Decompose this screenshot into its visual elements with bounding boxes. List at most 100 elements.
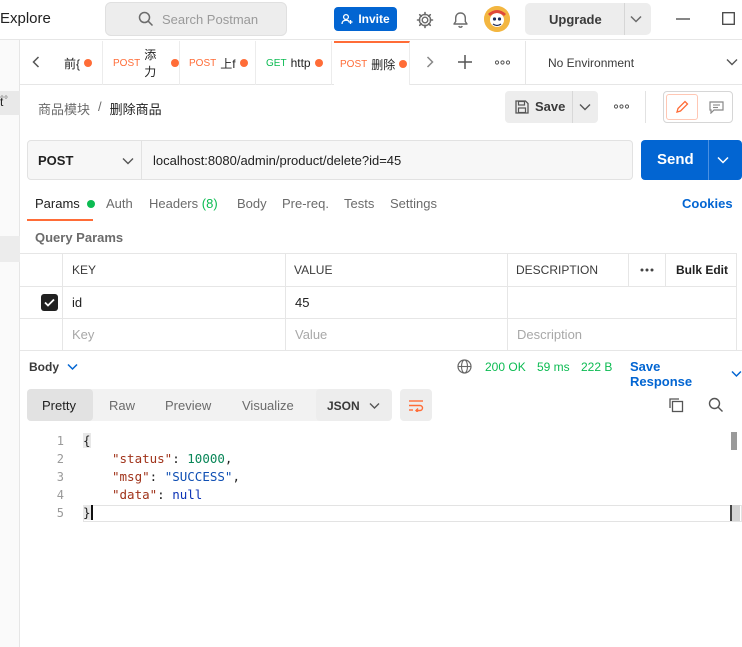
request-tab[interactable]: 前{	[58, 41, 103, 85]
code-close-brace: }	[83, 505, 93, 520]
tab-label: http	[290, 56, 311, 70]
more-actions-icon[interactable]	[614, 104, 629, 109]
column-header-description: DESCRIPTION	[516, 263, 599, 277]
format-value: JSON	[327, 399, 360, 413]
chevron-down-icon	[122, 157, 134, 165]
chevron-down-icon[interactable]	[630, 14, 642, 24]
description-placeholder[interactable]: Description	[517, 327, 582, 342]
request-tabs-bar: 前{ POST 添力 POST 上f GET http POST 删除 No E…	[20, 41, 742, 85]
current-line-highlight	[83, 505, 742, 522]
key-placeholder[interactable]: Key	[72, 327, 94, 342]
response-time[interactable]: 59 ms	[537, 360, 570, 374]
tab-body[interactable]: Body	[237, 196, 267, 211]
tabs-more-icon[interactable]	[495, 60, 510, 65]
json-comma: ,	[224, 451, 233, 466]
tab-auth[interactable]: Auth	[106, 196, 133, 211]
json-comma: ,	[232, 469, 240, 484]
tab-method: GET	[266, 57, 287, 69]
invite-button[interactable]: Invite	[334, 7, 397, 31]
tab-settings[interactable]: Settings	[390, 196, 437, 211]
query-params-title: Query Params	[35, 230, 124, 245]
method-select[interactable]: POST	[27, 140, 142, 180]
param-value[interactable]: 45	[295, 295, 309, 310]
response-size[interactable]: 222 B	[581, 360, 612, 374]
view-tab-pretty[interactable]: Pretty	[42, 398, 76, 413]
chevron-down-icon	[726, 58, 738, 66]
code-line: "status": 10000,	[112, 451, 233, 466]
json-value: null	[172, 487, 203, 502]
tabs-scroll-left-icon[interactable]	[32, 56, 40, 68]
request-tab[interactable]: GET http	[260, 41, 332, 85]
request-tab[interactable]: POST 上f	[183, 41, 256, 85]
settings-gear-icon[interactable]	[416, 11, 434, 29]
maximize-icon[interactable]	[722, 12, 735, 25]
tab-tests[interactable]: Tests	[344, 196, 374, 211]
value-placeholder[interactable]: Value	[295, 327, 327, 342]
unsaved-dot	[314, 59, 323, 67]
sidebar-item-highlight[interactable]	[0, 236, 20, 262]
save-label: Save	[535, 99, 566, 114]
view-tab-preview[interactable]: Preview	[165, 398, 211, 413]
sidebar-more-icon[interactable]: °°	[0, 95, 8, 106]
view-tab-raw[interactable]: Raw	[109, 398, 135, 413]
format-select[interactable]: JSON	[316, 389, 392, 421]
minimize-icon[interactable]	[676, 18, 690, 20]
tab-method: POST	[189, 57, 217, 69]
environment-selector[interactable]: No Environment	[525, 41, 742, 85]
breadcrumb-parent[interactable]: 商品模块	[38, 99, 90, 118]
copy-icon[interactable]	[668, 397, 684, 413]
view-tab-visualize[interactable]: Visualize	[242, 398, 294, 413]
status-code[interactable]: 200 OK	[485, 360, 526, 374]
wrap-lines-icon[interactable]	[400, 389, 432, 421]
toolbar-divider	[645, 91, 646, 123]
left-sidebar: t °°	[0, 40, 20, 647]
upgrade-divider	[624, 3, 625, 35]
tab-headers[interactable]: Headers (8)	[149, 196, 218, 211]
table-row-empty: Key Value Description	[20, 319, 737, 350]
url-input[interactable]: localhost:8080/admin/product/delete?id=4…	[142, 140, 633, 180]
request-tab[interactable]: POST 添力	[107, 41, 180, 85]
column-options-icon[interactable]	[640, 268, 654, 272]
request-tab-active[interactable]: POST 删除	[334, 41, 410, 85]
save-response-dropdown[interactable]: Save Response	[630, 359, 742, 389]
comments-icon[interactable]	[702, 95, 730, 119]
send-button[interactable]: Send	[641, 140, 742, 180]
upgrade-label: Upgrade	[549, 12, 602, 27]
view-mode-toggle	[663, 91, 733, 123]
response-body-dropdown[interactable]: Body	[29, 360, 78, 374]
search-icon[interactable]	[708, 397, 724, 413]
send-label: Send	[657, 151, 694, 168]
explore-link[interactable]: Explore	[0, 10, 51, 27]
unsaved-dot	[399, 60, 408, 68]
bulk-edit-button[interactable]: Bulk Edit	[676, 263, 728, 277]
json-value: "SUCCESS"	[164, 469, 233, 484]
avatar[interactable]	[484, 6, 510, 32]
code-open-brace: {	[83, 433, 91, 448]
column-header-key: KEY	[72, 263, 97, 277]
code-line: "msg": "SUCCESS",	[112, 469, 240, 484]
breadcrumb: 商品模块 / 删除商品	[38, 99, 162, 118]
notifications-bell-icon[interactable]	[452, 11, 469, 29]
chevron-down-icon[interactable]	[579, 103, 591, 111]
response-bar: Body 200 OK 59 ms 222 B Save Response	[20, 350, 742, 389]
url-value: localhost:8080/admin/product/delete?id=4…	[153, 153, 402, 168]
chevron-down-icon[interactable]	[717, 156, 729, 164]
tabs-scroll-right-icon[interactable]	[426, 56, 434, 68]
param-enabled-checkbox[interactable]	[41, 294, 58, 311]
edit-pencil-icon[interactable]	[666, 94, 698, 120]
breadcrumb-current[interactable]: 删除商品	[110, 99, 162, 118]
search-input[interactable]: Search Postman	[105, 2, 287, 36]
json-key: "data"	[112, 487, 158, 502]
invite-label: Invite	[358, 12, 390, 26]
response-body-editor[interactable]: 1 2 3 4 5 { "status": 10000, "msg": "SUC…	[20, 428, 742, 647]
tab-prereq[interactable]: Pre-req.	[282, 196, 329, 211]
tab-params[interactable]: Params	[35, 196, 96, 211]
cookies-link[interactable]: Cookies	[682, 196, 733, 211]
globe-icon[interactable]	[457, 359, 472, 374]
param-key[interactable]: id	[72, 295, 82, 310]
new-tab-plus-icon[interactable]	[458, 55, 472, 69]
environment-label: No Environment	[548, 56, 635, 70]
editor-scrollbar-thumb[interactable]	[731, 432, 737, 450]
upgrade-button[interactable]: Upgrade	[525, 3, 651, 35]
line-number: 4	[56, 488, 64, 502]
